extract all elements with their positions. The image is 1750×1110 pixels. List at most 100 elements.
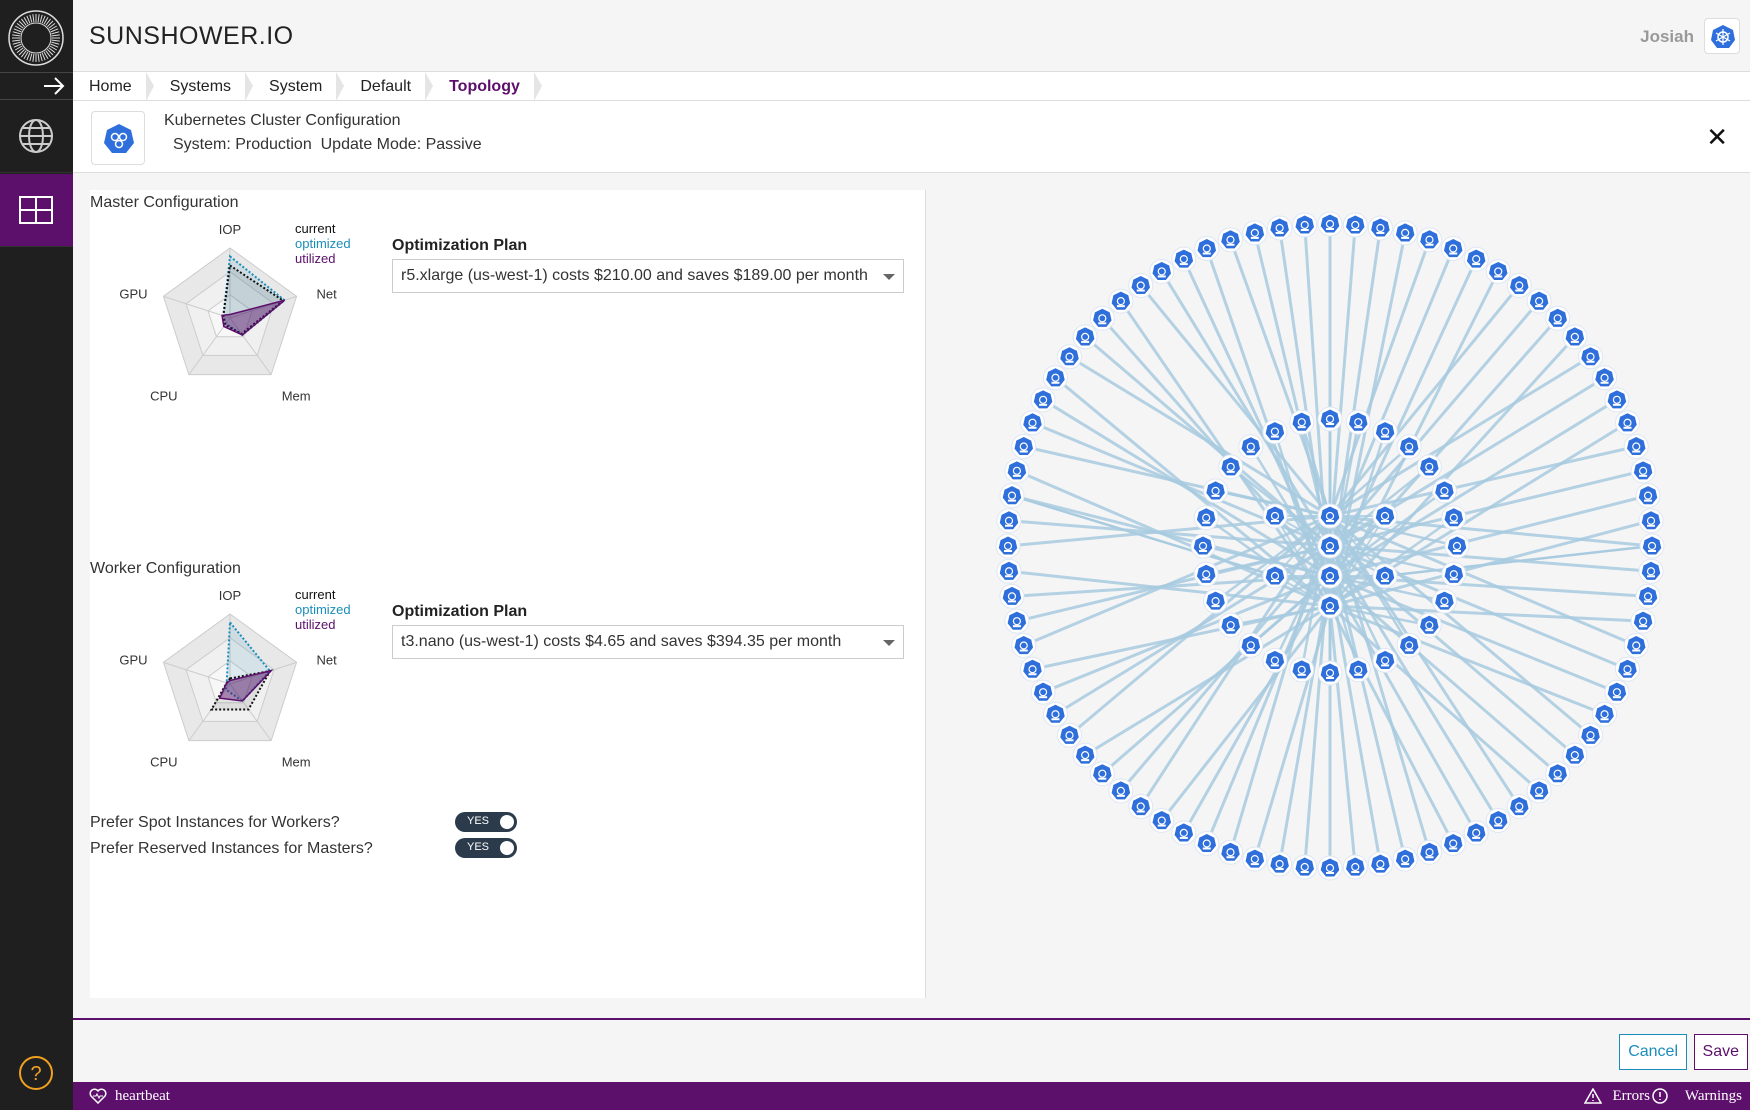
cancel-button[interactable]: Cancel <box>1619 1034 1687 1070</box>
kubernetes-node-icon[interactable] <box>1342 854 1368 880</box>
kubernetes-node-icon[interactable] <box>1072 324 1098 350</box>
kubernetes-node-icon[interactable] <box>1194 236 1220 262</box>
kubernetes-node-icon[interactable] <box>1108 778 1134 804</box>
warnings-label[interactable]: Warnings <box>1685 1088 1742 1105</box>
kubernetes-node-icon[interactable] <box>1149 808 1175 834</box>
kubernetes-node-icon[interactable] <box>1149 258 1175 284</box>
kubernetes-node-icon[interactable] <box>1317 563 1343 589</box>
worker-plan-select[interactable]: t3.nano (us-west-1) costs $4.65 and save… <box>392 625 904 659</box>
errors-label[interactable]: Errors <box>1613 1088 1651 1105</box>
kubernetes-node-icon[interactable] <box>1238 434 1264 460</box>
kubernetes-node-icon[interactable] <box>1614 410 1640 436</box>
kubernetes-node-icon[interactable] <box>1578 344 1604 370</box>
kubernetes-node-icon[interactable] <box>1262 563 1288 589</box>
kubernetes-node-icon[interactable] <box>1317 593 1343 619</box>
kubernetes-node-icon[interactable] <box>1444 533 1470 559</box>
kubernetes-node-icon[interactable] <box>1367 851 1393 877</box>
expand-sidebar-button[interactable] <box>0 73 73 100</box>
kubernetes-node-icon[interactable] <box>1562 742 1588 768</box>
kubernetes-node-icon[interactable] <box>1289 409 1315 435</box>
kubernetes-node-icon[interactable] <box>1242 220 1268 246</box>
kubernetes-node-icon[interactable] <box>1614 656 1640 682</box>
kubernetes-node-icon[interactable] <box>1545 761 1571 787</box>
kubernetes-node-icon[interactable] <box>999 483 1025 509</box>
kubernetes-node-icon[interactable] <box>1372 647 1398 673</box>
kubernetes-node-icon[interactable] <box>1242 846 1268 872</box>
kubernetes-node-icon[interactable] <box>1623 633 1649 659</box>
kubernetes-node-icon[interactable] <box>1604 387 1630 413</box>
breadcrumb-systems[interactable]: Systems <box>154 72 254 101</box>
kubernetes-node-icon[interactable] <box>1292 854 1318 880</box>
kubernetes-node-icon[interactable] <box>1416 612 1442 638</box>
kubernetes-node-icon[interactable] <box>1317 406 1343 432</box>
kubernetes-node-icon[interactable] <box>1056 722 1082 748</box>
kubernetes-node-icon[interactable] <box>1431 588 1457 614</box>
kubernetes-node-icon[interactable] <box>1416 454 1442 480</box>
kubernetes-node-icon[interactable] <box>1289 657 1315 683</box>
kubernetes-node-icon[interactable] <box>1004 458 1030 484</box>
kubernetes-node-icon[interactable] <box>1562 324 1588 350</box>
kubernetes-node-icon[interactable] <box>1317 211 1343 237</box>
kubernetes-node-icon[interactable] <box>1089 305 1115 331</box>
kubernetes-node-icon[interactable] <box>1638 508 1664 534</box>
kubernetes-node-icon[interactable] <box>1417 839 1443 865</box>
master-plan-select[interactable]: r5.xlarge (us-west-1) costs $210.00 and … <box>392 259 904 293</box>
kubernetes-node-icon[interactable] <box>1128 794 1154 820</box>
kubernetes-node-icon[interactable] <box>1004 608 1030 634</box>
kubernetes-node-icon[interactable] <box>1072 742 1098 768</box>
close-button[interactable]: ✕ <box>1706 124 1728 150</box>
user-name[interactable]: Josiah <box>1640 27 1694 47</box>
kubernetes-node-icon[interactable] <box>1292 212 1318 238</box>
kubernetes-node-icon[interactable] <box>996 508 1022 534</box>
kubernetes-node-icon[interactable] <box>1317 533 1343 559</box>
kubernetes-node-icon[interactable] <box>1463 246 1489 272</box>
kubernetes-node-icon[interactable] <box>1128 272 1154 298</box>
breadcrumb-topology[interactable]: Topology <box>433 72 542 101</box>
kubernetes-node-icon[interactable] <box>1440 830 1466 856</box>
kubernetes-node-icon[interactable] <box>1441 505 1467 531</box>
save-button[interactable]: Save <box>1693 1034 1748 1070</box>
kubernetes-node-icon[interactable] <box>1635 583 1661 609</box>
breadcrumb-default[interactable]: Default <box>344 72 433 101</box>
kubernetes-node-icon[interactable] <box>1218 454 1244 480</box>
kubernetes-node-icon[interactable] <box>1042 701 1068 727</box>
kubernetes-node-icon[interactable] <box>1506 794 1532 820</box>
kubernetes-node-icon[interactable] <box>1526 778 1552 804</box>
kubernetes-node-icon[interactable] <box>999 583 1025 609</box>
kubernetes-node-icon[interactable] <box>1217 227 1243 253</box>
kubernetes-node-icon[interactable] <box>1171 246 1197 272</box>
kubernetes-node-icon[interactable] <box>1345 657 1371 683</box>
kubernetes-node-icon[interactable] <box>1372 419 1398 445</box>
kubernetes-node-icon[interactable] <box>1417 227 1443 253</box>
kubernetes-node-icon[interactable] <box>1372 563 1398 589</box>
kubernetes-node-icon[interactable] <box>1011 433 1037 459</box>
heartbeat-label[interactable]: heartbeat <box>115 1088 170 1105</box>
kubernetes-node-icon[interactable] <box>1056 344 1082 370</box>
spot-instances-toggle[interactable]: YES <box>455 812 517 832</box>
kubernetes-node-icon[interactable] <box>1011 633 1037 659</box>
reserved-instances-toggle[interactable]: YES <box>455 838 517 858</box>
kubernetes-node-icon[interactable] <box>1545 305 1571 331</box>
kubernetes-node-icon[interactable] <box>1431 478 1457 504</box>
kubernetes-node-icon[interactable] <box>996 558 1022 584</box>
kubernetes-node-icon[interactable] <box>1030 387 1056 413</box>
kubernetes-node-icon[interactable] <box>1020 410 1046 436</box>
kubernetes-node-icon[interactable] <box>1238 632 1264 658</box>
kubernetes-node-icon[interactable] <box>1485 808 1511 834</box>
kubernetes-node-icon[interactable] <box>1171 820 1197 846</box>
kubernetes-node-icon[interactable] <box>1262 503 1288 529</box>
kubernetes-node-icon[interactable] <box>1267 215 1293 241</box>
kubernetes-node-icon[interactable] <box>1217 839 1243 865</box>
kubernetes-node-icon[interactable] <box>1020 656 1046 682</box>
topology-graph[interactable] <box>927 173 1750 1018</box>
kubernetes-node-icon[interactable] <box>1638 558 1664 584</box>
kubernetes-node-icon[interactable] <box>1193 561 1219 587</box>
kubernetes-node-icon[interactable] <box>1203 478 1229 504</box>
kubernetes-node-icon[interactable] <box>1194 830 1220 856</box>
kubernetes-node-icon[interactable] <box>1604 679 1630 705</box>
kubernetes-node-icon[interactable] <box>1190 533 1216 559</box>
kubernetes-node-icon[interactable] <box>1317 503 1343 529</box>
kubernetes-node-icon[interactable] <box>1392 846 1418 872</box>
help-button[interactable]: ? <box>17 1054 55 1097</box>
kubernetes-node-icon[interactable] <box>1317 660 1343 686</box>
